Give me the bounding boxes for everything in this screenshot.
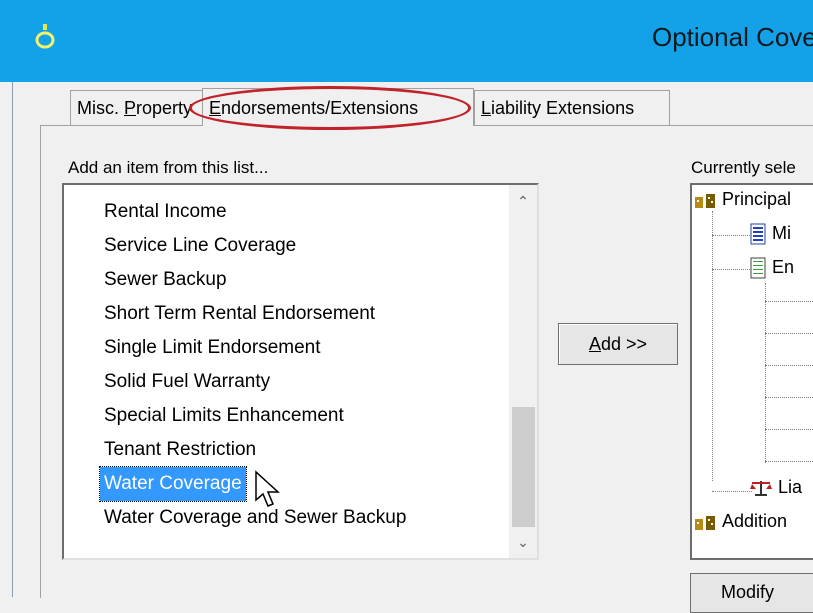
tree-node-liability[interactable]: Lia: [750, 477, 802, 498]
scroll-up-icon[interactable]: ⌃: [509, 187, 537, 215]
buildings-icon: [695, 516, 715, 531]
tab-accel-key: P: [124, 98, 137, 118]
tree-connector: [765, 397, 813, 398]
list-item[interactable]: Special Limits Enhancement: [100, 399, 410, 433]
tab-liability-extensions[interactable]: Liability Extensions: [474, 90, 670, 125]
button-accel-key: A: [588, 334, 601, 354]
mouse-cursor-icon: [255, 470, 280, 507]
list-item[interactable]: Tenant Restriction: [100, 433, 410, 467]
tree-label: En: [772, 257, 795, 277]
document-icon: [750, 223, 766, 245]
tree-connector: [712, 211, 713, 481]
tree-node-principal[interactable]: Principal: [694, 189, 791, 210]
list-item-selected[interactable]: Water Coverage: [99, 466, 247, 502]
selected-list-label: Currently sele: [691, 158, 796, 177]
title-bar: Optional Cove: [0, 0, 813, 82]
tab-label-post: roperty: [136, 98, 193, 118]
list-item[interactable]: Sewer Backup: [100, 263, 410, 297]
tree-connector: [765, 429, 813, 430]
available-list-label: Add an item from this list...: [68, 158, 269, 177]
tree-node-misc[interactable]: Mi: [750, 223, 791, 245]
tree-connector: [765, 365, 813, 366]
scroll-thumb[interactable]: [512, 407, 535, 527]
tree-connector: [712, 269, 752, 270]
tab-endorsements-extensions[interactable]: Endorsements/Extensions: [202, 88, 474, 126]
tree-label: Addition: [722, 511, 788, 531]
list-item[interactable]: Service Line Coverage: [100, 229, 410, 263]
tree-label: Mi: [772, 223, 791, 243]
available-items-listbox[interactable]: Rental Income Service Line Coverage Sewe…: [62, 183, 539, 560]
tree-label: Lia: [778, 477, 803, 497]
list-item[interactable]: Solid Fuel Warranty: [100, 365, 410, 399]
button-label: dd >>: [600, 334, 648, 354]
selected-items-tree[interactable]: Principal Mi En Lia Addition: [690, 183, 813, 560]
tree-label: Principal: [722, 189, 792, 209]
buildings-icon: [695, 194, 715, 209]
tree-connector: [765, 461, 813, 462]
tree-node-endorsements[interactable]: En: [750, 257, 794, 279]
tree-connector: [765, 333, 813, 334]
list-item[interactable]: Short Term Rental Endorsement: [100, 297, 410, 331]
modify-button[interactable]: Modify: [690, 573, 813, 613]
tab-label-post: iability Extensions: [491, 98, 635, 118]
add-button[interactable]: Add >>: [558, 323, 678, 365]
scroll-down-icon[interactable]: ⌄: [509, 528, 537, 556]
tree-node-additional[interactable]: Addition: [694, 511, 787, 532]
tab-accel-key: E: [209, 98, 222, 118]
tab-accel-key: L: [481, 98, 492, 118]
list-item[interactable]: Rental Income: [100, 195, 410, 229]
window-title: Optional Cove: [652, 22, 813, 52]
tree-connector: [765, 283, 766, 463]
tree-connector: [712, 491, 752, 492]
tab-label-post: ndorsements/Extensions: [221, 98, 419, 118]
tree-connector: [712, 235, 752, 236]
tab-misc-property[interactable]: Misc. Property: [70, 90, 205, 125]
document-icon: [750, 257, 766, 279]
tab-label-pre: Misc.: [77, 98, 124, 118]
tree-connector: [765, 301, 813, 302]
list-item[interactable]: Single Limit Endorsement: [100, 331, 410, 365]
list-scrollbar[interactable]: ⌃ ⌄: [509, 185, 537, 558]
scales-icon: [750, 481, 772, 497]
ring-app-icon: [35, 24, 55, 49]
